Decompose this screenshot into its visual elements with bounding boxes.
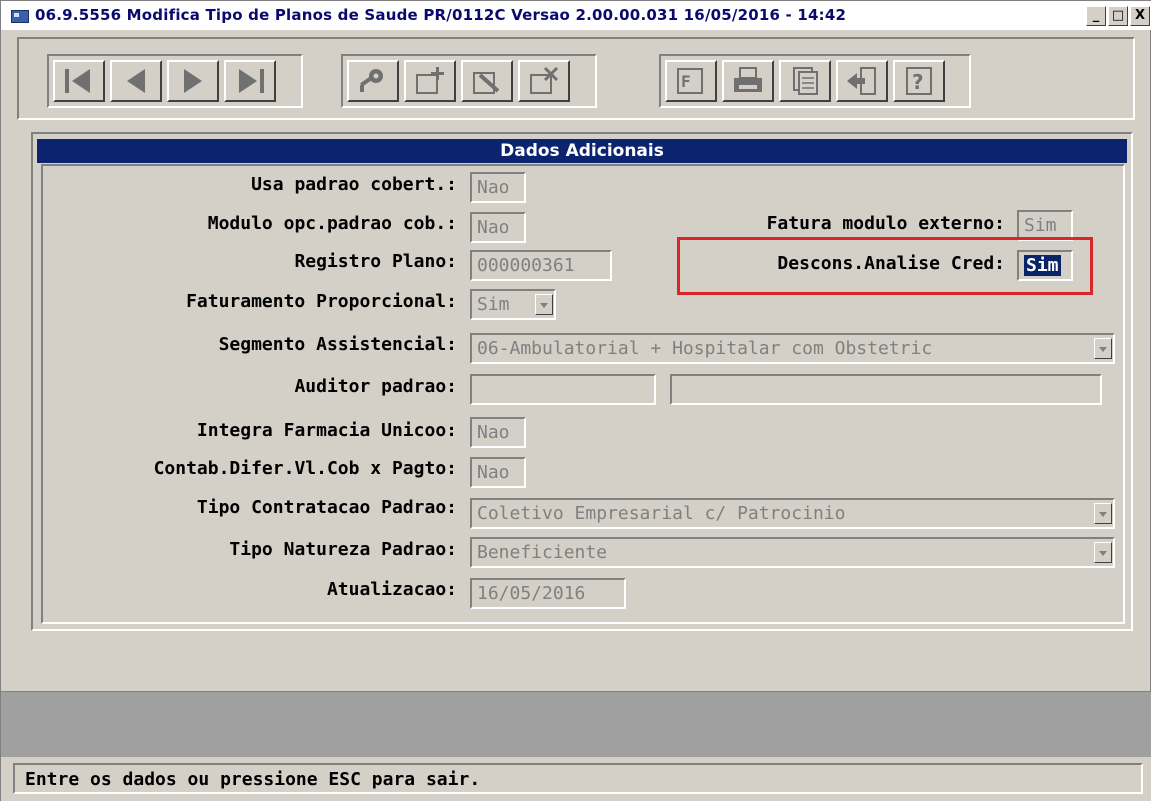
last-record-icon <box>239 69 264 93</box>
contab-difer-field[interactable]: Nao <box>470 457 526 488</box>
tipo-contratacao-padrao-dropdown[interactable]: Coletivo Empresarial c/ Patrocinio <box>470 498 1115 529</box>
app-icon <box>11 10 29 23</box>
maximize-button[interactable]: □ <box>1108 6 1128 26</box>
tipo-natureza-padrao-value: Beneficiente <box>477 542 608 563</box>
faturamento-proporcional-label: Faturamento Proporcional: <box>186 291 457 312</box>
app-window: 06.9.5556 Modifica Tipo de Planos de Sau… <box>0 0 1151 801</box>
segmento-assistencial-value: 06-Ambulatorial + Hospitalar com Obstetr… <box>477 338 933 359</box>
copy-button[interactable] <box>779 60 831 102</box>
toolbar: F ? <box>17 37 1135 120</box>
integra-farmacia-unicoo-field[interactable]: Nao <box>470 417 526 448</box>
auditor-padrao-label: Auditor padrao: <box>294 376 457 397</box>
window-controls: _ □ X <box>1086 6 1150 26</box>
atualizacao-field[interactable]: 16/05/2016 <box>470 578 626 609</box>
faturamento-proporcional-dropdown[interactable]: Sim <box>470 289 556 320</box>
edit-button[interactable] <box>461 60 513 102</box>
next-record-button[interactable] <box>167 60 219 102</box>
next-record-icon <box>184 69 202 93</box>
highlight-annotation-box <box>677 237 1093 295</box>
previous-record-button[interactable] <box>110 60 162 102</box>
previous-record-icon <box>127 69 145 93</box>
auditor-padrao-name-field[interactable] <box>670 374 1102 405</box>
empty-form-area <box>3 637 1149 687</box>
add-record-icon <box>416 67 444 94</box>
window-title: 06.9.5556 Modifica Tipo de Planos de Sau… <box>35 6 847 24</box>
atualizacao-label: Atualizacao: <box>326 579 457 600</box>
filter-icon: F <box>677 68 703 94</box>
message-band <box>1 691 1151 757</box>
title-bar: 06.9.5556 Modifica Tipo de Planos de Sau… <box>1 1 1151 30</box>
utility-button-group: F ? <box>659 54 971 108</box>
close-button[interactable]: X <box>1130 6 1150 26</box>
panel-title: Dados Adicionais <box>37 139 1127 163</box>
edit-button-group <box>341 54 597 108</box>
faturamento-proporcional-value: Sim <box>477 294 510 315</box>
delete-button[interactable] <box>518 60 570 102</box>
modulo-opc-padrao-cob-label: Modulo opc.padrao cob.: <box>207 213 457 234</box>
edit-record-icon <box>473 72 500 94</box>
status-bar: Entre os dados ou pressione ESC para sai… <box>1 757 1151 801</box>
help-icon: ? <box>906 67 932 95</box>
chevron-down-icon[interactable] <box>1094 338 1112 359</box>
add-button[interactable] <box>404 60 456 102</box>
minimize-button[interactable]: _ <box>1086 6 1106 26</box>
search-key-icon <box>360 69 383 92</box>
status-message: Entre os dados ou pressione ESC para sai… <box>13 763 1143 794</box>
fatura-modulo-externo-label: Fatura modulo externo: <box>766 213 1005 234</box>
chevron-down-icon[interactable] <box>535 294 553 315</box>
print-icon <box>734 67 762 92</box>
tipo-contratacao-padrao-value: Coletivo Empresarial c/ Patrocinio <box>477 503 846 524</box>
tipo-natureza-padrao-dropdown[interactable]: Beneficiente <box>470 537 1115 568</box>
modulo-opc-padrao-cob-field[interactable]: Nao <box>470 212 526 243</box>
registro-plano-field[interactable]: 000000361 <box>470 250 612 281</box>
registro-plano-label: Registro Plano: <box>294 251 457 272</box>
copy-icon <box>793 67 818 95</box>
first-record-button[interactable] <box>53 60 105 102</box>
navigation-button-group <box>47 54 303 108</box>
segmento-assistencial-dropdown[interactable]: 06-Ambulatorial + Hospitalar com Obstetr… <box>470 333 1115 364</box>
usa-padrao-cobert-field[interactable]: Nao <box>470 172 526 203</box>
first-record-icon <box>65 69 90 93</box>
exit-button[interactable] <box>836 60 888 102</box>
tipo-natureza-padrao-label: Tipo Natureza Padrao: <box>229 539 457 560</box>
chevron-down-icon[interactable] <box>1094 503 1112 524</box>
svg-text:F: F <box>681 72 691 91</box>
auditor-padrao-code-field[interactable] <box>470 374 656 405</box>
delete-record-icon <box>530 66 559 94</box>
usa-padrao-cobert-label: Usa padrao cobert.: <box>251 174 457 195</box>
integra-farmacia-unicoo-label: Integra Farmacia Unicoo: <box>196 420 457 441</box>
last-record-button[interactable] <box>224 60 276 102</box>
exit-icon <box>847 67 876 95</box>
search-button[interactable] <box>347 60 399 102</box>
chevron-down-icon[interactable] <box>1094 542 1112 563</box>
segmento-assistencial-label: Segmento Assistencial: <box>218 334 457 355</box>
filter-button[interactable]: F <box>665 60 717 102</box>
help-button[interactable]: ? <box>893 60 945 102</box>
tipo-contratacao-padrao-label: Tipo Contratacao Padrao: <box>196 497 457 518</box>
svg-text:?: ? <box>912 70 924 94</box>
print-button[interactable] <box>722 60 774 102</box>
contab-difer-label: Contab.Difer.Vl.Cob x Pagto: <box>153 458 457 479</box>
